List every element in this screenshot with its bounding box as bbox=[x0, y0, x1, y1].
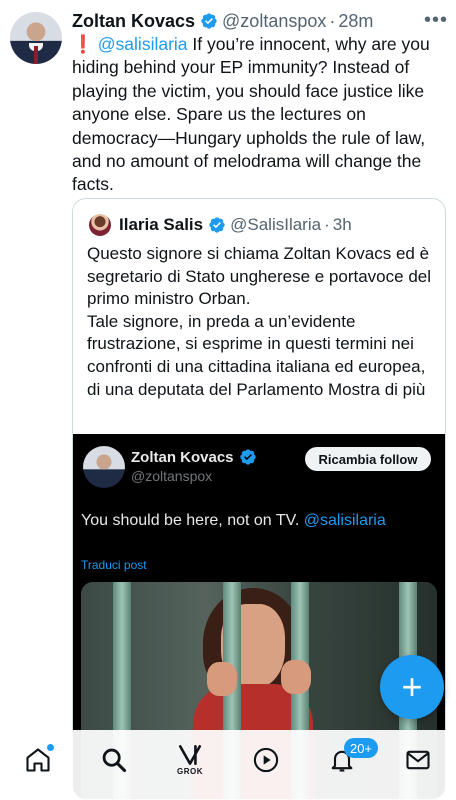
image-hand bbox=[207, 662, 237, 696]
image-hand bbox=[281, 660, 311, 694]
compose-post-button[interactable]: + bbox=[380, 655, 444, 719]
quote-paragraph-1: Questo signore si chiama Zoltan Kovacs e… bbox=[87, 244, 432, 309]
mention-link[interactable]: @salisilaria bbox=[304, 512, 386, 529]
embed-body: You should be here, not on TV. bbox=[81, 512, 304, 529]
nav-notifications[interactable]: 20+ bbox=[322, 738, 378, 780]
quote-header: Ilaria Salis @SalisIlaria · 3h bbox=[89, 213, 352, 237]
verified-badge-icon bbox=[201, 13, 217, 29]
quote-avatar[interactable] bbox=[89, 214, 111, 236]
play-circle-icon bbox=[253, 747, 279, 773]
new-posts-dot bbox=[47, 744, 54, 751]
quote-author-handle[interactable]: @SalisIlaria bbox=[230, 215, 321, 235]
quote-text: Questo signore si chiama Zoltan Kovacs e… bbox=[87, 243, 437, 401]
embed-text: You should be here, not on TV. @salisila… bbox=[81, 512, 386, 530]
bottom-navigation: GROK 20+ bbox=[0, 730, 456, 800]
grok-icon bbox=[178, 745, 202, 765]
author-avatar[interactable] bbox=[10, 12, 62, 64]
mention-link[interactable]: @salisilaria bbox=[98, 34, 188, 54]
envelope-icon bbox=[406, 750, 430, 770]
more-options-icon[interactable]: ••• bbox=[424, 9, 448, 32]
tweet-text: ❗ @salisilaria If you’re innocent, why ar… bbox=[72, 33, 448, 197]
nav-messages[interactable] bbox=[398, 740, 438, 780]
exclamation-icon: ❗ bbox=[72, 34, 94, 54]
author-handle[interactable]: @zoltanspox bbox=[222, 11, 326, 32]
show-more-link[interactable]: Mostra di più bbox=[328, 380, 425, 399]
embed-author-name-row: Zoltan Kovacs bbox=[131, 448, 261, 466]
translate-post-link[interactable]: Traduci post bbox=[81, 558, 147, 572]
separator: · bbox=[329, 10, 336, 31]
embed-author-name[interactable]: Zoltan Kovacs bbox=[131, 449, 234, 466]
nav-search[interactable] bbox=[94, 740, 134, 780]
verified-badge-icon bbox=[209, 217, 225, 233]
quote-author-name[interactable]: Ilaria Salis bbox=[119, 215, 203, 235]
nav-video[interactable] bbox=[246, 740, 286, 780]
verified-badge-icon bbox=[239, 449, 256, 465]
tweet-body: If you’re innocent, why are you hiding b… bbox=[72, 34, 430, 195]
grok-label: GROK bbox=[177, 767, 203, 776]
follow-back-button[interactable]: Ricambia follow bbox=[305, 447, 431, 471]
tweet-header: Zoltan Kovacs @zoltanspox · 28m ••• bbox=[72, 9, 448, 33]
embed-avatar[interactable] bbox=[83, 446, 125, 488]
tweet-time[interactable]: 28m bbox=[338, 11, 373, 32]
notification-count-badge: 20+ bbox=[344, 738, 378, 758]
quote-paragraph-2: Tale signore, in preda a un’evidente fru… bbox=[87, 311, 437, 401]
embed-author-handle[interactable]: @zoltanspox bbox=[131, 468, 212, 484]
quote-time[interactable]: 3h bbox=[333, 215, 352, 235]
nav-grok[interactable]: GROK bbox=[170, 740, 210, 780]
nav-home[interactable] bbox=[18, 740, 58, 780]
search-icon bbox=[102, 748, 127, 773]
author-name[interactable]: Zoltan Kovacs bbox=[72, 11, 195, 32]
separator: · bbox=[324, 215, 330, 234]
